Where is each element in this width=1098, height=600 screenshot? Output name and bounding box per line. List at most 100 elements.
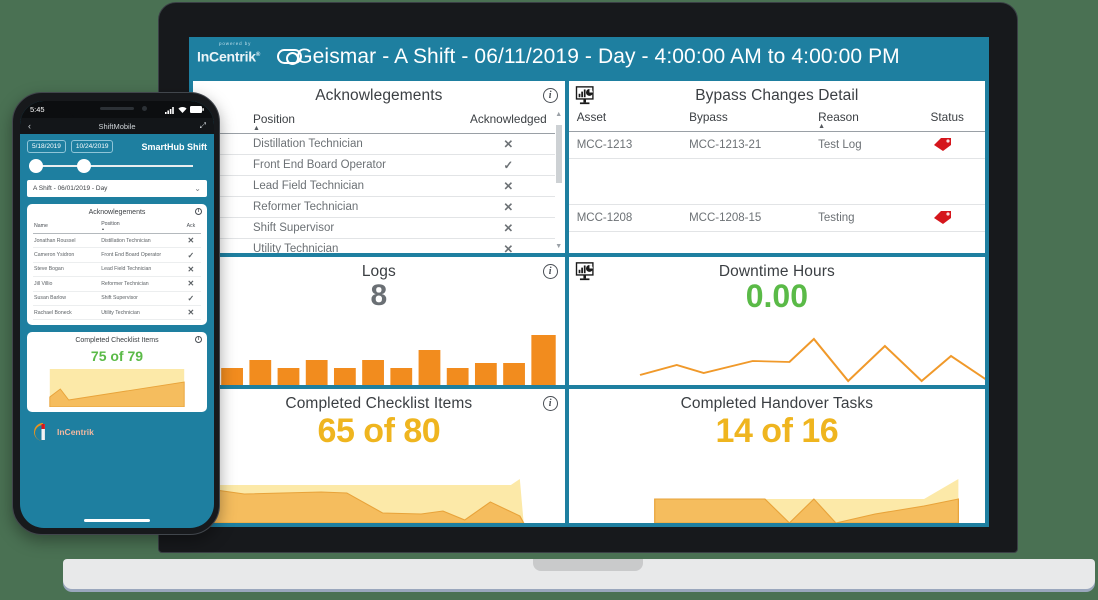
- table-row[interactable]: Reformer Technician ✕: [193, 196, 555, 218]
- shift-select[interactable]: A Shift - 06/01/2019 - Day ⌄: [27, 180, 207, 197]
- phone-content: 5/18/2019 10/24/2019 SmartHub Shift A Sh…: [20, 134, 214, 452]
- checklist-value: 65 of 80: [317, 411, 441, 450]
- table-row[interactable]: Lead Field Technician ✕: [193, 175, 555, 197]
- bypass-title: Bypass Changes Detail: [695, 87, 859, 104]
- slider-knob-start[interactable]: [29, 159, 43, 173]
- cell-position: Reformer Technician: [245, 196, 462, 218]
- cell-name: Jill Villio: [33, 276, 101, 292]
- chevron-down-icon[interactable]: ⌄: [194, 184, 201, 193]
- slider-track: [29, 165, 193, 167]
- bypass-rows: MCC-1213 MCC-1213-21 Test Log MCC-1208 M…: [568, 131, 985, 232]
- table-row[interactable]: kUtility Technician✕: [193, 238, 555, 254]
- cell-status: [922, 204, 985, 232]
- date-range-slider[interactable]: [29, 158, 205, 174]
- list-item[interactable]: Rachael Boneck Utility Technician ✕: [33, 305, 201, 321]
- col-status[interactable]: Status: [922, 107, 985, 132]
- bypass-table: Asset Bypass Reason ▲ Status MCC-1213 MCC…: [568, 107, 985, 232]
- acknowledgements-scrollbar[interactable]: ▲ ▼: [554, 111, 563, 251]
- chevron-left-icon[interactable]: ‹: [28, 121, 31, 131]
- col-reason[interactable]: Reason ▲: [810, 107, 923, 132]
- info-circle-icon[interactable]: i: [542, 395, 558, 411]
- scroll-up-icon[interactable]: ▲: [555, 111, 563, 118]
- phone-home-indicator[interactable]: [84, 519, 150, 522]
- brand-name-label: InCentrik®: [197, 48, 261, 65]
- col-bypass[interactable]: Bypass: [681, 107, 811, 132]
- table-row[interactable]: MCC-1208 MCC-1208-15 Testing: [568, 204, 985, 232]
- scrollbar-thumb[interactable]: [555, 125, 562, 183]
- acknowledgements-table-wrap: Position▲ Acknowledged selDistillation T…: [193, 109, 555, 254]
- list-item[interactable]: Steve Bogan Lead Field Technician ✕: [33, 262, 201, 278]
- phone-acknowledgements-card[interactable]: i Acknowlegements Name Position ▲ Ack Jon…: [27, 204, 207, 326]
- phone-device: 5:45 ‹ ShiftMobile ⤢ 5/18/2019 10/24/201…: [12, 92, 220, 535]
- cell-name: Susan Barlow: [33, 291, 101, 306]
- tile-logs[interactable]: Logs i 8: [193, 257, 565, 385]
- sort-asc-icon: ▲: [101, 227, 105, 231]
- laptop-device: powered by InCentrik® Geismar - A Shift …: [63, 2, 1095, 589]
- front-camera-icon: [142, 106, 147, 111]
- phone-nav-bar: ‹ ShiftMobile ⤢: [20, 118, 214, 134]
- end-date-chip[interactable]: 10/24/2019: [70, 140, 114, 153]
- list-item[interactable]: Cameron Ysidron Front End Board Operator ✓: [33, 247, 201, 263]
- phone-checklist-area-chart-svg: [49, 369, 185, 408]
- cell-position: Shift Supervisor: [100, 291, 181, 306]
- start-date-chip[interactable]: 5/18/2019: [27, 140, 66, 153]
- phone-checklist-card[interactable]: i Completed Checklist Items 75 of 79: [27, 332, 207, 413]
- col-position[interactable]: Position ▲: [100, 219, 181, 234]
- logs-value: 8: [370, 279, 388, 313]
- ack-x-icon: ✕: [461, 133, 555, 155]
- ack-x-icon: ✕: [180, 262, 201, 278]
- handover-title: Completed Handover Tasks: [680, 394, 874, 412]
- cell-asset: MCC-1208: [568, 204, 682, 232]
- cell-bypass: MCC-1208-15: [681, 204, 811, 232]
- info-circle-icon[interactable]: i: [542, 264, 558, 280]
- laptop-trackpad-notch: [533, 559, 643, 571]
- view-toggle-icon[interactable]: [277, 49, 302, 65]
- downtime-line-chart: [569, 329, 985, 385]
- table-row[interactable]: onFront End Board Operator✓: [193, 154, 555, 176]
- downtime-series-line: [639, 337, 985, 383]
- cell-asset: MCC-1213: [568, 131, 682, 159]
- col-asset[interactable]: Asset: [568, 107, 682, 132]
- table-row[interactable]: MCC-1213 MCC-1213-21 Test Log: [568, 131, 985, 159]
- cell-position: Reformer Technician: [100, 276, 181, 292]
- list-item[interactable]: Susan Barlow Shift Supervisor ✓: [33, 291, 201, 306]
- slider-knob-end[interactable]: [77, 159, 91, 173]
- expand-icon[interactable]: ⤢: [200, 121, 206, 131]
- tile-downtime[interactable]: Downtime Hours 0.00: [568, 257, 985, 385]
- list-item[interactable]: Jonathan Roussel Distillation Technician ✕: [33, 233, 201, 249]
- tile-completed-handover[interactable]: Completed Handover Tasks 14 of 16: [568, 388, 985, 523]
- phone-checklist-value: 75 of 79: [90, 348, 144, 365]
- col-acknowledged[interactable]: Acknowledged: [461, 109, 555, 134]
- col-ack[interactable]: Ack: [180, 219, 201, 234]
- phone-acknowledgements-rows: Jonathan Roussel Distillation Technician ✕…: [33, 233, 201, 321]
- table-row[interactable]: selDistillation Technician✕: [193, 133, 555, 155]
- battery-icon: [190, 106, 204, 113]
- tile-completed-checklist[interactable]: Completed Checklist Items i 65 of 80: [193, 388, 565, 523]
- handover-area-chart: [569, 473, 985, 523]
- checklist-title: Completed Checklist Items: [285, 394, 473, 412]
- col-name[interactable]: Name: [33, 219, 101, 234]
- scroll-down-icon[interactable]: ▼: [555, 243, 563, 250]
- bars: [193, 334, 556, 385]
- cellular-signal-icon: [165, 106, 174, 114]
- ack-x-icon: ✕: [461, 217, 555, 239]
- list-item[interactable]: Jill Villio Reformer Technician ✕: [33, 276, 201, 292]
- acknowledgements-table: Position▲ Acknowledged selDistillation T…: [193, 109, 555, 254]
- cell-name: Rachael Boneck: [33, 305, 101, 321]
- checklist-area-chart: [193, 473, 565, 523]
- cell-position: Front End Board Operator: [245, 154, 462, 176]
- cell-name: Jonathan Roussel: [33, 233, 101, 249]
- tile-acknowledgements[interactable]: Acknowlegements i Position ▲ Acknowledged: [193, 81, 565, 254]
- info-circle-icon[interactable]: i: [542, 88, 558, 103]
- logs-bar-chart-svg: [193, 334, 556, 385]
- laptop-lid: powered by InCentrik® Geismar - A Shift …: [158, 2, 1018, 553]
- phone-notch: [68, 101, 166, 118]
- table-row[interactable]: Shift Supervisor ✕: [193, 217, 555, 239]
- phone-checklist-area-chart: [33, 367, 201, 412]
- col-position[interactable]: Position ▲: [245, 109, 462, 134]
- info-circle-icon[interactable]: i: [195, 208, 202, 215]
- cell-position: Utility Technician: [100, 305, 181, 321]
- ack-x-icon: ✕: [180, 233, 201, 249]
- tile-bypass-changes[interactable]: Bypass Changes Detail Asset Bypass Reaso…: [568, 81, 985, 254]
- monitor-chart-icon: [575, 262, 594, 281]
